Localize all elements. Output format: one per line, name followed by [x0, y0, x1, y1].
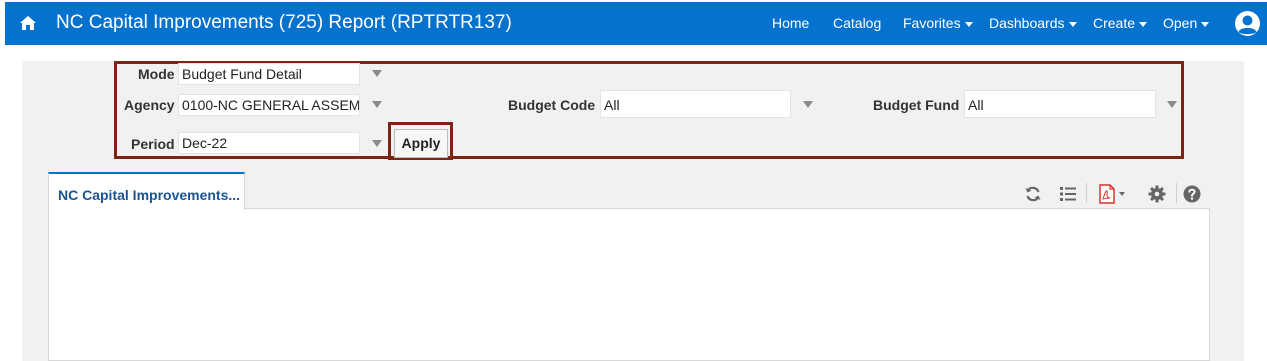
budget-code-label: Budget Code [508, 97, 596, 113]
period-select[interactable]: Dec-22 [178, 132, 360, 154]
nav-open-menu[interactable]: Open [1163, 15, 1210, 31]
mode-select[interactable]: Budget Fund Detail [178, 63, 360, 85]
budget-fund-select[interactable]: All [964, 90, 1156, 118]
nav-dashboards-label: Dashboards [989, 15, 1065, 31]
budget-code-select[interactable]: All [600, 90, 791, 118]
nav-open-label: Open [1163, 15, 1198, 31]
agency-label: Agency [124, 97, 175, 113]
mode-dropdown-arrow-icon[interactable] [372, 70, 382, 77]
gear-icon[interactable] [1148, 185, 1166, 203]
nav-dashboards-menu[interactable]: Dashboards [989, 15, 1077, 31]
period-label: Period [131, 136, 175, 152]
agency-dropdown-arrow-icon[interactable] [372, 101, 382, 108]
nav-catalog-link[interactable]: Catalog [833, 15, 881, 31]
nav-favorites-label: Favorites [903, 15, 961, 31]
user-avatar-icon[interactable] [1234, 10, 1261, 37]
budget-fund-dropdown-arrow-icon[interactable] [1167, 101, 1177, 108]
nav-favorites-menu[interactable]: Favorites [903, 15, 973, 31]
top-navigation-bar: NC Capital Improvements (725) Report (RP… [5, 2, 1267, 45]
tab-nc-capital-improvements[interactable]: NC Capital Improvements... [48, 172, 245, 210]
report-content-panel [48, 208, 1210, 361]
pdf-icon[interactable] [1098, 184, 1128, 204]
toolbar-divider [1086, 183, 1087, 203]
mode-label: Mode [138, 66, 175, 82]
budget-fund-label: Budget Fund [873, 97, 960, 113]
refresh-icon[interactable] [1024, 185, 1042, 203]
agency-select[interactable]: 0100-NC GENERAL ASSEMBLY [178, 94, 360, 116]
chevron-down-icon [1068, 21, 1077, 27]
home-icon[interactable] [19, 15, 37, 31]
nav-create-label: Create [1093, 15, 1136, 31]
page-title: NC Capital Improvements (725) Report (RP… [56, 12, 512, 33]
apply-button[interactable]: Apply [394, 129, 448, 158]
period-dropdown-arrow-icon[interactable] [372, 140, 382, 147]
chevron-down-icon [1201, 21, 1210, 27]
help-icon[interactable] [1183, 185, 1201, 203]
toolbar-divider [1176, 183, 1177, 203]
budget-code-dropdown-arrow-icon[interactable] [803, 101, 813, 108]
chevron-down-icon [964, 21, 973, 27]
nav-create-menu[interactable]: Create [1093, 15, 1148, 31]
nav-home-link[interactable]: Home [772, 15, 809, 31]
chevron-down-icon [1139, 21, 1148, 27]
list-icon[interactable] [1059, 185, 1077, 203]
tab-label: NC Capital Improvements... [58, 187, 241, 203]
